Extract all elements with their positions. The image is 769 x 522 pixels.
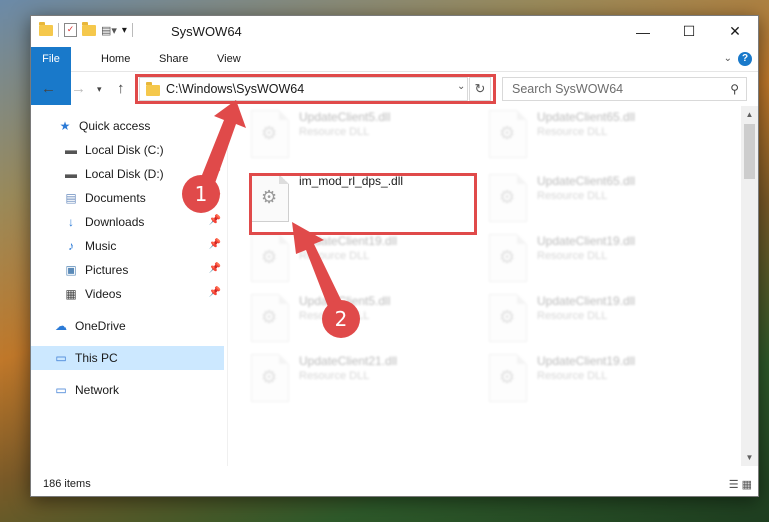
step-1-badge: 1 (182, 175, 220, 213)
arrow-1 (200, 100, 246, 186)
step-2-badge: 2 (322, 300, 360, 338)
arrow-2 (292, 222, 344, 312)
annotation-arrows (200, 100, 344, 312)
